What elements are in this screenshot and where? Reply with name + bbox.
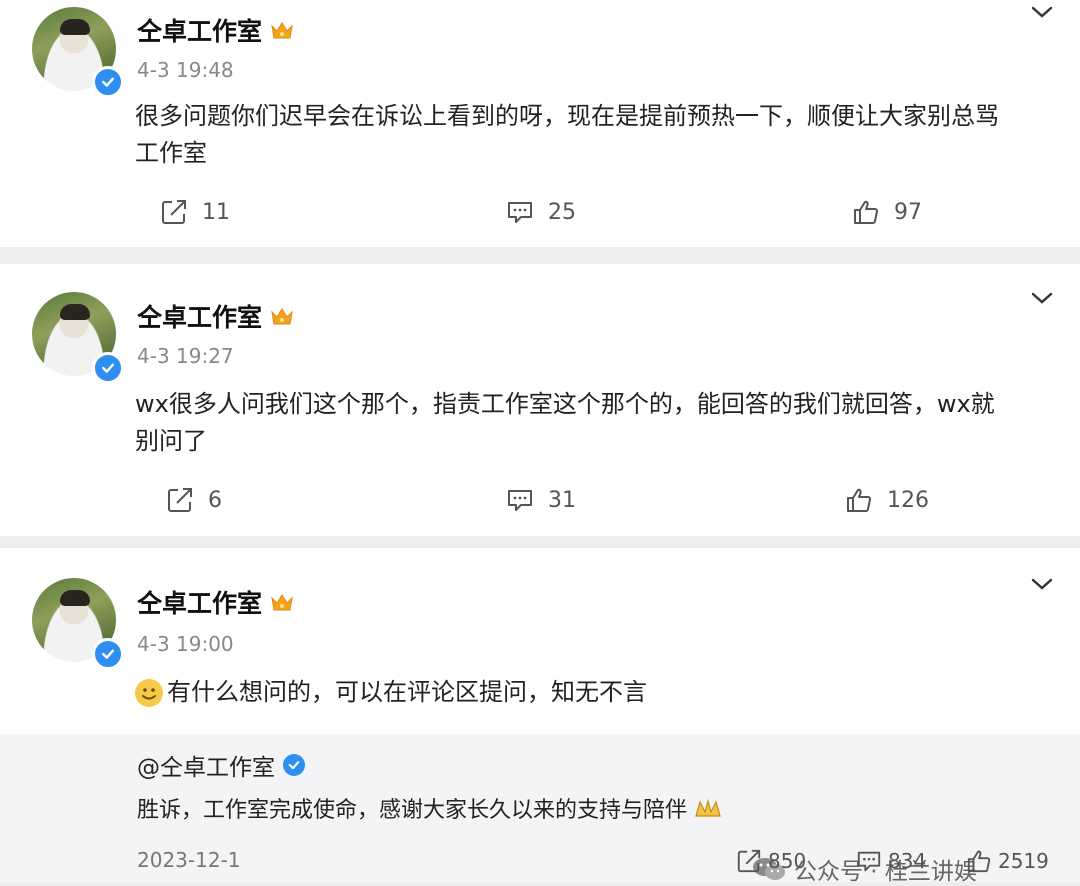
comment-icon [506, 486, 534, 514]
post-card: 仝卓工作室 4-3 19:48 很多问题你们迟早会在诉讼上看到的呀，现在是提前预… [0, 0, 1080, 247]
post-text: 有什么想问的，可以在评论区提问，知无不言 [135, 674, 1055, 711]
clap-emoji-icon [695, 798, 721, 817]
crown-icon [270, 20, 294, 40]
like-count: 126 [887, 487, 929, 513]
repost-count: 850 [768, 849, 807, 873]
like-count: 97 [894, 199, 922, 225]
post-text-line: 别问了 [135, 427, 207, 455]
verified-icon [283, 754, 305, 776]
quoted-text-line: 胜诉，工作室完成使命，感谢大家长久以来的支持与陪伴 [137, 798, 688, 823]
repost-icon [736, 848, 762, 874]
chevron-down-icon[interactable] [1030, 576, 1054, 592]
post-text-line: 工作室 [135, 139, 207, 167]
post-text: wx很多人问我们这个那个，指责工作室这个那个的，能回答的我们就回答，wx就 别问… [135, 386, 1055, 460]
repost-button[interactable]: 11 [160, 198, 230, 226]
verified-icon [92, 352, 124, 384]
comment-icon [856, 848, 882, 874]
chevron-down-icon[interactable] [1030, 4, 1054, 20]
post-time: 4-3 19:00 [137, 632, 234, 656]
comment-count: 834 [888, 849, 927, 873]
author-name[interactable]: 仝卓工作室 [137, 584, 294, 620]
crown-icon [270, 306, 294, 326]
chevron-down-icon[interactable] [1030, 290, 1054, 306]
post-time: 4-3 19:27 [137, 344, 234, 368]
post-text: 很多问题你们迟早会在诉讼上看到的呀，现在是提前预热一下，顺便让大家别总骂 工作室 [135, 98, 1055, 172]
like-count: 2519 [998, 849, 1049, 873]
author-name[interactable]: 仝卓工作室 [137, 298, 294, 334]
quoted-text: 胜诉，工作室完成使命，感谢大家长久以来的支持与陪伴 [137, 792, 723, 824]
smile-emoji-icon [135, 678, 163, 707]
post-time: 4-3 19:48 [137, 58, 234, 82]
repost-button[interactable]: 6 [166, 486, 222, 514]
crown-icon [270, 592, 294, 612]
verified-icon [92, 66, 124, 98]
post-text-line: 很多问题你们迟早会在诉讼上看到的呀，现在是提前预热一下，顺便让大家别总骂 [135, 102, 999, 130]
comment-button[interactable]: 31 [506, 486, 576, 514]
like-icon [845, 486, 873, 514]
quoted-like[interactable]: 2519 [966, 848, 1049, 874]
quoted-date: 2023-12-1 [137, 848, 241, 872]
quoted-comment[interactable]: 834 [856, 848, 926, 874]
repost-count: 6 [208, 487, 222, 513]
quoted-author[interactable]: @仝卓工作室 [137, 748, 305, 782]
comment-count: 31 [548, 487, 576, 513]
quoted-author-label: @仝卓工作室 [137, 755, 275, 781]
author-label: 仝卓工作室 [137, 17, 263, 46]
verified-icon [92, 638, 124, 670]
comment-count: 25 [548, 199, 576, 225]
repost-icon [166, 486, 194, 514]
repost-count: 11 [202, 199, 230, 225]
post-card: 仝卓工作室 4-3 19:00 有什么想问的，可以在评论区提问，知无不言 @仝卓… [0, 548, 1080, 885]
like-button[interactable]: 126 [845, 486, 929, 514]
author-label: 仝卓工作室 [137, 589, 263, 618]
post-text-line: 有什么想问的，可以在评论区提问，知无不言 [167, 678, 647, 706]
comment-icon [506, 198, 534, 226]
post-text-line: wx很多人问我们这个那个，指责工作室这个那个的，能回答的我们就回答，wx就 [135, 390, 995, 418]
post-card: 仝卓工作室 4-3 19:27 wx很多人问我们这个那个，指责工作室这个那个的，… [0, 264, 1080, 536]
quoted-post[interactable]: @仝卓工作室 胜诉，工作室完成使命，感谢大家长久以来的支持与陪伴 2023-12… [0, 734, 1080, 885]
quoted-repost[interactable]: 850 [736, 848, 806, 874]
like-icon [966, 848, 992, 874]
like-button[interactable]: 97 [852, 198, 922, 226]
comment-button[interactable]: 25 [506, 198, 576, 226]
author-name[interactable]: 仝卓工作室 [137, 12, 294, 48]
repost-icon [160, 198, 188, 226]
like-icon [852, 198, 880, 226]
author-label: 仝卓工作室 [137, 303, 263, 332]
